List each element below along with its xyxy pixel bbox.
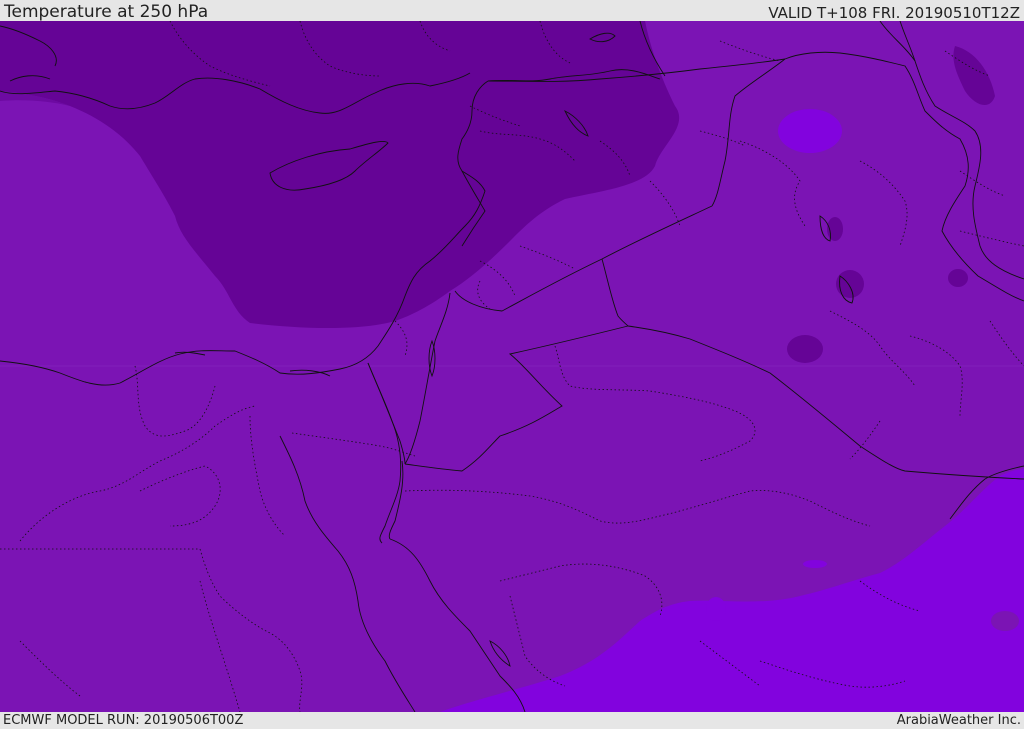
header-bar: Temperature at 250 hPa VALID T+108 FRI. … bbox=[0, 0, 1024, 21]
warm-patch-small-2 bbox=[803, 560, 827, 568]
map-canvas[interactable] bbox=[0, 21, 1024, 712]
weather-map[interactable] bbox=[0, 21, 1024, 712]
cold-patch-east-3 bbox=[948, 269, 968, 287]
cold-patch-east-2 bbox=[836, 270, 864, 298]
warm-patch-iraq bbox=[778, 109, 842, 153]
warm-patch-small bbox=[706, 597, 726, 621]
footer-bar: ECMWF MODEL RUN: 20190506T00Z ArabiaWeat… bbox=[0, 712, 1024, 729]
cold-patch-east bbox=[787, 335, 823, 363]
mixed-patch-se bbox=[991, 611, 1019, 631]
map-title: Temperature at 250 hPa bbox=[4, 2, 209, 22]
credit-label: ArabiaWeather Inc. bbox=[896, 713, 1021, 728]
valid-time: VALID T+108 FRI. 20190510T12Z bbox=[768, 4, 1020, 22]
model-run-label: ECMWF MODEL RUN: 20190506T00Z bbox=[3, 713, 244, 728]
